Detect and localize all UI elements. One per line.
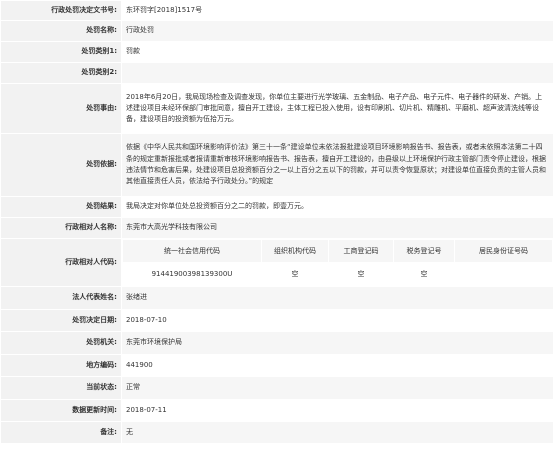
penalty-category2-value	[121, 62, 554, 84]
penalty-reason-label: 处罚事由:	[0, 83, 122, 134]
penalty-result-label: 处罚结果:	[0, 196, 122, 218]
penalty-name-label: 处罚名称:	[0, 20, 122, 42]
decision-date-label: 处罚决定日期:	[0, 309, 122, 332]
party-name-label: 行政相对人名称:	[0, 217, 122, 239]
decision-date-value: 2018-07-10	[121, 309, 554, 332]
penalty-record-table: 行政处罚决定文书号: 东环罚字[2018]1517号 处罚名称: 行政处罚 处罚…	[0, 0, 554, 444]
party-name-value: 东莞市大高光学科技有限公司	[121, 217, 554, 239]
id-value-resident-id	[454, 262, 553, 286]
id-value-org-code: 空	[261, 262, 329, 286]
penalty-basis-value: 依据《中华人民共和国环境影响评价法》第三十一条“建设单位未依法报批建设项目环境影…	[121, 133, 554, 197]
penalty-name-value: 行政处罚	[121, 20, 554, 42]
authority-label: 处罚机关:	[0, 331, 122, 355]
penalty-reason-value: 2018年6月20日，我局现场检查及调查发现，你单位主要进行光学玻璃、五金制品、…	[121, 83, 554, 134]
id-value-tax-reg: 空	[393, 262, 455, 286]
party-code-label: 行政相对人代码:	[0, 238, 122, 287]
doc-no-value: 东环罚字[2018]1517号	[121, 0, 554, 21]
penalty-category1-value: 罚款	[121, 41, 554, 63]
party-code-cell: 统一社会信用代码 组织机构代码 工商登记码 税务登记号 居民身份证号码 9144…	[121, 238, 554, 287]
id-value-business-reg: 空	[328, 262, 394, 286]
status-label: 当前状态:	[0, 376, 122, 400]
penalty-category1-label: 处罚类别1:	[0, 41, 122, 63]
updated-time-label: 数据更新时间:	[0, 399, 122, 422]
id-header-credit-code: 统一社会信用代码	[122, 239, 262, 263]
updated-time-value: 2018-07-11	[121, 399, 554, 422]
region-code-value: 441900	[121, 354, 554, 377]
party-id-table: 统一社会信用代码 组织机构代码 工商登记码 税务登记号 居民身份证号码 9144…	[122, 239, 553, 286]
id-value-credit-code: 91441900398139300U	[122, 262, 262, 286]
id-header-resident-id: 居民身份证号码	[454, 239, 553, 263]
penalty-category2-label: 处罚类别2:	[0, 62, 122, 84]
penalty-result-value: 我局决定对你单位处总投资额百分之二的罚款，即壹万元。	[121, 196, 554, 218]
legal-rep-label: 法人代表姓名:	[0, 286, 122, 310]
status-value: 正常	[121, 376, 554, 400]
id-header-business-reg: 工商登记码	[328, 239, 394, 263]
region-code-label: 地方编码:	[0, 354, 122, 377]
penalty-basis-label: 处罚依据:	[0, 133, 122, 197]
id-header-org-code: 组织机构代码	[261, 239, 329, 263]
authority-value: 东莞市环境保护局	[121, 331, 554, 355]
remark-value: 无	[121, 421, 554, 444]
legal-rep-value: 张绪进	[121, 286, 554, 310]
id-header-tax-reg: 税务登记号	[393, 239, 455, 263]
doc-no-label: 行政处罚决定文书号:	[0, 0, 122, 21]
remark-label: 备注:	[0, 421, 122, 444]
